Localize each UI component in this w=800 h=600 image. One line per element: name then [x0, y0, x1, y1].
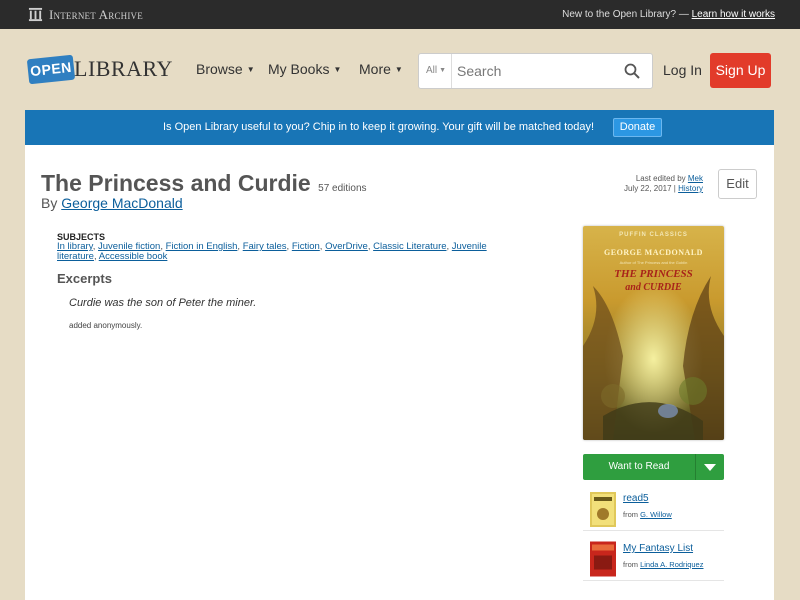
nav-more-label: More	[359, 61, 391, 77]
signup-button[interactable]: Sign Up	[710, 53, 771, 88]
cover-author: GEORGE MACDONALD	[604, 248, 703, 257]
nav-more[interactable]: More ▼	[359, 61, 403, 77]
open-library-logo[interactable]: OPEN LIBRARY	[26, 48, 172, 90]
main-content: The Princess and Curdie 57 editions By G…	[25, 145, 774, 600]
search-icon[interactable]	[624, 63, 640, 79]
chevron-down-icon: ▼	[394, 65, 403, 74]
list-item: read5 from G. Willow	[583, 481, 724, 531]
last-edited-date: July 22, 2017	[623, 184, 672, 193]
chevron-down-icon: ▼	[439, 67, 447, 74]
nav-my-books-label: My Books	[268, 61, 330, 77]
site-header: OPEN LIBRARY Browse ▼ My Books ▼ More ▼ All…	[0, 29, 800, 109]
subject-link[interactable]: Accessible book	[99, 251, 168, 262]
subjects-list: In library, Juvenile fiction, Fiction in…	[57, 241, 487, 262]
nav-browse[interactable]: Browse ▼	[196, 61, 255, 77]
list-item: My Fantasy List from Linda A. Rodriquez	[583, 531, 724, 581]
subject-link[interactable]: Fairy tales	[243, 241, 287, 252]
cover-title-line-1: THE PRINCESS	[614, 268, 693, 280]
internet-archive-text: Internet Archive	[49, 6, 143, 22]
book-title: The Princess and Curdie	[41, 170, 311, 196]
nav-browse-label: Browse	[196, 61, 243, 77]
cover-illustration	[583, 226, 724, 440]
top-bar: Internet Archive New to the Open Library…	[0, 0, 800, 29]
archive-building-icon	[28, 7, 43, 22]
new-user-text: New to the Open Library? — Learn how it …	[562, 9, 775, 20]
cover-series: PUFFIN CLASSICS	[619, 232, 688, 238]
dropdown-arrow-icon[interactable]	[704, 464, 716, 471]
donate-message: Is Open Library useful to you? Chip in t…	[163, 121, 595, 133]
search-input[interactable]	[457, 58, 617, 84]
history-link[interactable]: History	[678, 184, 703, 193]
list-owner: from Linda A. Rodriquez	[623, 560, 703, 569]
donate-button[interactable]: Donate	[613, 118, 662, 137]
book-thumbnail[interactable]	[590, 492, 616, 527]
login-link[interactable]: Log In	[663, 62, 702, 78]
new-user-prompt: New to the Open Library? —	[562, 9, 689, 20]
chevron-down-icon: ▼	[333, 65, 342, 74]
subject-link[interactable]: Fiction in English	[166, 241, 238, 252]
logo-library-text: LIBRARY	[74, 56, 173, 81]
last-edited-info: Last edited by Mek July 22, 2017 | Histo…	[623, 174, 703, 193]
subject-link[interactable]: Classic Literature	[373, 241, 446, 252]
search-bar: All ▼	[418, 53, 653, 89]
search-scope-select[interactable]: All ▼	[419, 54, 452, 88]
byline: By George MacDonald	[41, 195, 183, 211]
chevron-down-icon: ▼	[246, 65, 255, 74]
list-name-link[interactable]: My Fantasy List	[623, 543, 693, 554]
search-scope-label: All	[426, 65, 438, 76]
list-owner: from G. Willow	[623, 510, 672, 519]
nav-my-books[interactable]: My Books ▼	[268, 61, 341, 77]
want-to-read-label: Want to Read	[583, 454, 696, 480]
book-thumbnail[interactable]	[590, 539, 616, 579]
book-cover[interactable]: PUFFIN CLASSICS GEORGE MACDONALD Author …	[583, 226, 724, 440]
editions-count: 57 editions	[318, 183, 367, 194]
edit-button[interactable]: Edit	[718, 169, 757, 199]
donate-banner: Is Open Library useful to you? Chip in t…	[25, 110, 774, 145]
subject-link[interactable]: OverDrive	[325, 241, 368, 252]
list-owner-link[interactable]: Linda A. Rodriquez	[640, 560, 703, 569]
want-to-read-button[interactable]: Want to Read	[583, 454, 724, 480]
cover-title-line-2: and CURDIE	[625, 282, 682, 293]
list-owner-link[interactable]: G. Willow	[640, 510, 672, 519]
last-edited-user-link[interactable]: Mek	[688, 174, 703, 183]
from-label: from	[623, 560, 638, 569]
internet-archive-logo[interactable]: Internet Archive	[28, 6, 143, 23]
subject-link[interactable]: Fiction	[292, 241, 320, 252]
last-edited-prefix: Last edited by	[635, 174, 686, 183]
list-name-link[interactable]: read5	[623, 493, 649, 504]
author-link[interactable]: George MacDonald	[61, 195, 182, 211]
subjects-section: SUBJECTS In library, Juvenile fiction, F…	[57, 232, 497, 262]
reading-lists: read5 from G. Willow My Fantasy List fro…	[583, 481, 724, 581]
page-title: The Princess and Curdie 57 editions	[41, 170, 367, 197]
logo-open-text: OPEN	[29, 58, 73, 80]
by-label: By	[41, 195, 58, 211]
open-badge: OPEN	[26, 54, 76, 85]
excerpt-quote: Curdie was the son of Peter the miner.	[69, 297, 257, 309]
excerpt-credit: added anonymously.	[69, 321, 143, 330]
from-label: from	[623, 510, 638, 519]
excerpts-heading: Excerpts	[57, 271, 112, 286]
cover-subtitle: Author of The Princess and the Goblin	[619, 260, 688, 265]
learn-how-link[interactable]: Learn how it works	[692, 9, 775, 20]
